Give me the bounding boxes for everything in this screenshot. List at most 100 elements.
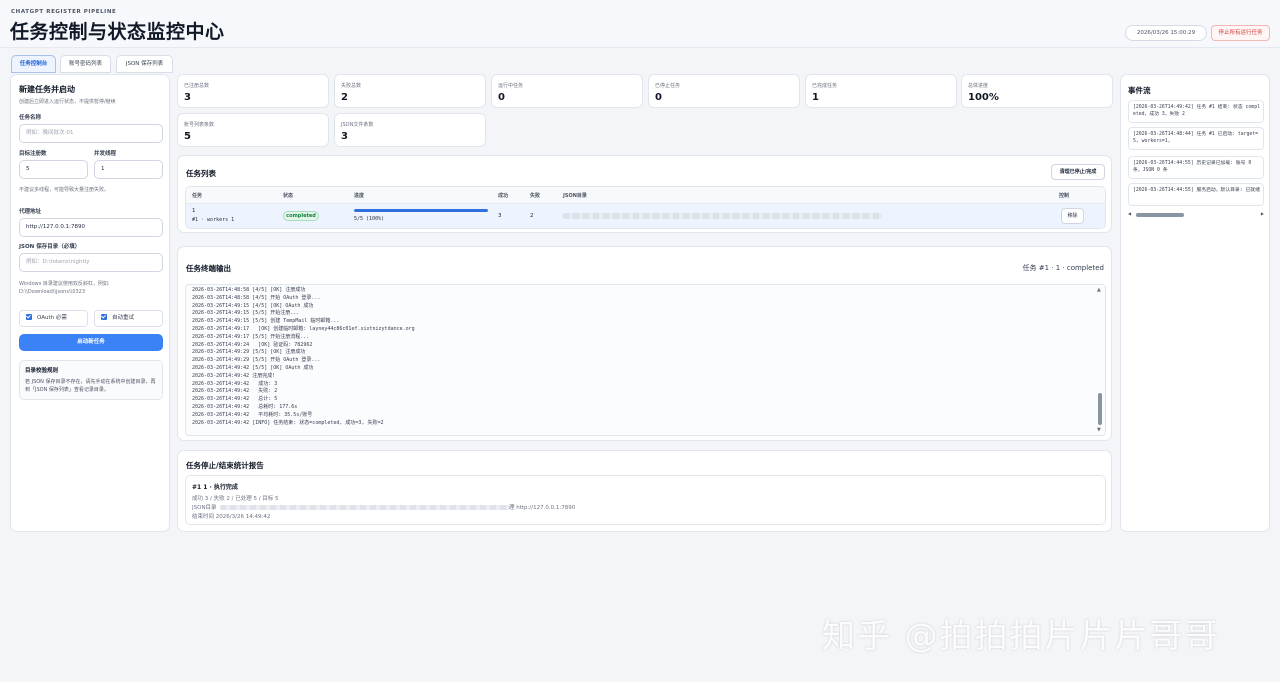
stat-label: 已停止任务 — [655, 83, 681, 89]
event-item: [2026-03-26T14:48:44] 任务 #1 已启动: target=… — [1128, 127, 1264, 150]
new-task-title: 新建任务并启动 — [19, 85, 75, 94]
stat-label: 总体进度 — [968, 83, 989, 89]
scrollbar-thumb[interactable] — [1136, 213, 1184, 217]
fail-count: 2 — [530, 213, 534, 219]
event-text: [2026-03-26T14:44:55] 服务启动，默认目录: 已就绪 — [1133, 188, 1260, 193]
stat-value: 5 — [184, 131, 191, 142]
col-status: 状态 — [283, 193, 294, 199]
auto-retry-checkbox[interactable]: 自动重试 — [94, 310, 163, 327]
terminal-output[interactable]: 2026-03-26T14:48:58 [4/5] [OK] 注册成功 2026… — [185, 284, 1106, 436]
stat-value: 3 — [184, 92, 191, 103]
report-title: 任务停止/结束统计报告 — [186, 461, 264, 470]
stat-label: 运行中任务 — [498, 83, 524, 89]
success-count: 3 — [498, 213, 502, 219]
table-header: 任务 状态 进度 成功 失败 JSON目录 控制 — [186, 187, 1105, 204]
dir-rules-title: 目录校验规则 — [25, 368, 59, 374]
checkbox-checked-icon — [101, 314, 107, 320]
oauth-required-label: OAuth 必需 — [37, 315, 67, 321]
terminal-log: 2026-03-26T14:48:58 [4/5] [OK] 注册成功 2026… — [192, 287, 415, 426]
progress-fill — [354, 209, 488, 212]
app-eyebrow: CHATGPT REGISTER PIPELINE — [11, 9, 117, 15]
report-json-prefix: JSON目录 — [192, 505, 217, 511]
task-name-input[interactable]: 例如：晚间批次-01 — [19, 124, 163, 143]
stat-account-count: 账号列表条数 5 — [177, 113, 329, 147]
table-row[interactable]: 1 #1 · workers 1 completed 5/5 (100%) 3 … — [186, 204, 1105, 228]
task-name-label: 任务名称 — [19, 115, 42, 121]
scroll-up-icon[interactable]: ▲ — [1097, 287, 1101, 293]
stat-value: 0 — [655, 92, 662, 103]
stat-label: JSON文件条数 — [341, 122, 374, 128]
event-item: [2026-03-26T14:44:55] 历史记录已加载: 账号 0 条，JS… — [1128, 156, 1264, 179]
proxy-input[interactable]: http://127.0.0.1:7890 — [19, 218, 163, 237]
stat-overall-progress: 总体进度 100% — [961, 74, 1113, 108]
report-item-title: #1 1 · 执行完成 — [192, 484, 238, 491]
scroll-down-icon[interactable]: ▼ — [1097, 427, 1101, 433]
stat-value: 100% — [968, 92, 999, 103]
terminal-panel: 任务终端输出 任务 #1 · 1 · completed 2026-03-26T… — [177, 246, 1112, 441]
progress-text: 5/5 (100%) — [354, 216, 385, 222]
windows-note-1: Windows 目录建议使用双反斜杠，例如: — [19, 281, 110, 287]
stat-stopped-tasks: 已停止任务 0 — [648, 74, 800, 108]
scroll-left-icon[interactable]: ◀ — [1128, 211, 1131, 216]
stat-value: 2 — [341, 92, 348, 103]
task-table: 任务 状态 进度 成功 失败 JSON目录 控制 1 #1 · workers … — [185, 186, 1106, 229]
threads-input[interactable]: 1 — [94, 160, 163, 179]
scroll-right-icon[interactable]: ▶ — [1261, 211, 1264, 216]
task-sub: #1 · workers 1 — [192, 217, 235, 223]
tab-account-list[interactable]: 账号密码列表 — [60, 55, 111, 73]
report-summary: 成功 3 / 失败 2 / 已处理 5 / 目标 5 — [192, 496, 279, 502]
terminal-scrollbar[interactable]: ▲ ▼ — [1096, 285, 1104, 435]
dir-rules-text: 若 JSON 保存目录不存在，请先手动在系统中创建目录，再到「JSON 保存列表… — [25, 379, 156, 393]
event-text: [2026-03-26T14:44:55] 历史记录已加载: 账号 0 条，JS… — [1133, 161, 1252, 173]
tab-json-list[interactable]: JSON 保存列表 — [116, 55, 173, 73]
stop-all-tasks-button[interactable]: 停止所有运行任务 — [1211, 25, 1270, 41]
event-stream-panel: 事件流 [2026-03-26T14:49:42] 任务 #1 结束: 状态 c… — [1120, 74, 1270, 532]
windows-note-2: D:\\Download\\jsons\\0323 — [19, 289, 86, 295]
json-dir-redacted — [563, 213, 883, 219]
stat-value: 3 — [341, 131, 348, 142]
proxy-label: 代理地址 — [19, 209, 42, 215]
remove-task-button[interactable]: 移除 — [1061, 208, 1084, 224]
threads-note: 不建议多线程，可能导致大量注册失败。 — [19, 187, 110, 193]
terminal-title: 任务终端输出 — [186, 264, 231, 273]
stat-label: 已完成任务 — [812, 83, 838, 89]
stat-label: 已注册总数 — [184, 83, 210, 89]
event-text: [2026-03-26T14:48:44] 任务 #1 已启动: target=… — [1133, 132, 1259, 144]
stat-failed-total: 失败总数 2 — [334, 74, 486, 108]
clear-finished-button[interactable]: 清理已停止/完成 — [1051, 164, 1105, 180]
status-badge: completed — [283, 211, 319, 221]
col-control: 控制 — [1059, 193, 1070, 199]
terminal-task-status: 任务 #1 · 1 · completed — [1022, 264, 1105, 272]
report-item: #1 1 · 执行完成 成功 3 / 失败 2 / 已处理 5 / 目标 5 J… — [185, 475, 1106, 525]
watermark: 知乎 @拍拍拍片片片哥哥 — [822, 616, 1220, 655]
col-progress: 进度 — [354, 193, 365, 199]
stat-json-count: JSON文件条数 3 — [334, 113, 486, 147]
start-task-button[interactable]: 启动新任务 — [19, 334, 163, 351]
stat-label: 账号列表条数 — [184, 122, 215, 128]
app-header: CHATGPT REGISTER PIPELINE 任务控制与状态监控中心 20… — [0, 0, 1280, 48]
event-text: [2026-03-26T14:49:42] 任务 #1 结束: 状态 compl… — [1133, 105, 1260, 117]
threads-label: 并发线程 — [94, 151, 117, 157]
oauth-required-checkbox[interactable]: OAuth 必需 — [19, 310, 88, 327]
stat-label: 失败总数 — [341, 83, 362, 89]
json-dir-input[interactable]: 例如：D:\tokens\nightly — [19, 253, 163, 272]
checkbox-checked-icon — [26, 314, 32, 320]
scrollbar-thumb[interactable] — [1098, 393, 1102, 425]
auto-retry-label: 自动重试 — [112, 315, 135, 321]
event-stream-title: 事件流 — [1128, 86, 1151, 95]
col-json-dir: JSON目录 — [563, 193, 587, 199]
task-id: 1 — [192, 208, 196, 214]
datetime-display: 2026/03/26 15:00:29 — [1125, 25, 1207, 41]
event-scrollbar[interactable]: ◀ ▶ — [1128, 211, 1264, 218]
new-task-hint: 创建后立即进入运行状态，不提供暂停/继续 — [19, 99, 116, 105]
progress-bar — [354, 209, 488, 212]
report-proxy: 理 http://127.0.0.1:7890 — [509, 505, 576, 511]
task-list-title: 任务列表 — [186, 169, 216, 178]
stat-value: 1 — [812, 92, 819, 103]
stat-registered-total: 已注册总数 3 — [177, 74, 329, 108]
dir-rules-box: 目录校验规则 若 JSON 保存目录不存在，请先手动在系统中创建目录，再到「JS… — [19, 360, 163, 400]
target-count-input[interactable]: 5 — [19, 160, 88, 179]
tab-task-console[interactable]: 任务控制台 — [11, 55, 56, 73]
report-json-redacted — [220, 505, 510, 510]
stat-completed-tasks: 已完成任务 1 — [805, 74, 957, 108]
